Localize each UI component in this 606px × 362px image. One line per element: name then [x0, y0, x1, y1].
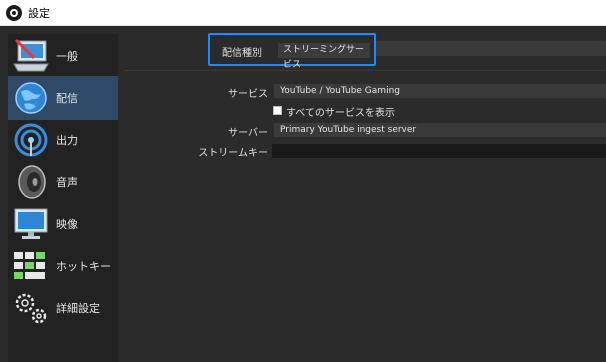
window-title: 設定	[28, 6, 50, 20]
obs-app-icon	[6, 4, 22, 21]
title-bar: 設定	[0, 0, 606, 26]
show-all-services-checkbox[interactable]	[273, 106, 282, 115]
sidebar-item-label: 一般	[56, 50, 78, 63]
gears-icon	[15, 293, 47, 324]
globe-icon	[15, 82, 47, 114]
stream-type-highlight: 配信種別 ストリーミングサービス	[208, 33, 376, 70]
stream-type-select[interactable]: ストリーミングサービス	[278, 43, 370, 70]
sidebar-item-label: ホットキー	[56, 260, 111, 273]
sidebar-item-label: 詳細設定	[56, 302, 100, 315]
sidebar-item-general[interactable]: 一般	[8, 34, 118, 78]
sidebar-item-hotkeys[interactable]: ホットキー	[8, 244, 118, 288]
sidebar-item-audio[interactable]: 音声	[8, 160, 118, 204]
monitor-icon	[14, 208, 48, 239]
show-all-services-label: すべてのサービスを表示	[286, 108, 395, 119]
stream-key-label: ストリームキー	[198, 148, 268, 159]
sidebar-item-label: 映像	[56, 218, 78, 231]
service-select[interactable]: YouTube / YouTube Gaming	[274, 84, 606, 98]
stream-type-label: 配信種別	[222, 48, 262, 59]
settings-sidebar: 一般 配信 出力 音声 映像 ホットキー 詳細設定	[8, 34, 118, 362]
computer-icon	[13, 38, 49, 72]
server-label: サーバー	[228, 128, 268, 139]
keyboard-icon	[14, 252, 45, 279]
broadcast-icon	[14, 123, 48, 157]
service-label: サービス	[228, 89, 268, 100]
sidebar-item-label: 音声	[56, 176, 78, 189]
section-divider	[124, 70, 606, 71]
stream-type-select-extension[interactable]	[376, 41, 606, 56]
sidebar-item-label: 配信	[56, 92, 78, 105]
sidebar-item-stream[interactable]: 配信	[8, 76, 118, 120]
settings-frame: 一般 配信 出力 音声 映像 ホットキー 詳細設定 配信種別 ストリーミングサー…	[0, 26, 606, 362]
stream-key-input[interactable]	[272, 144, 606, 158]
speaker-icon	[18, 165, 46, 199]
sidebar-item-advanced[interactable]: 詳細設定	[8, 286, 118, 330]
sidebar-item-video[interactable]: 映像	[8, 202, 118, 246]
sidebar-item-label: 出力	[56, 134, 78, 147]
server-select[interactable]: Primary YouTube ingest server	[274, 123, 606, 137]
sidebar-item-output[interactable]: 出力	[8, 118, 118, 162]
